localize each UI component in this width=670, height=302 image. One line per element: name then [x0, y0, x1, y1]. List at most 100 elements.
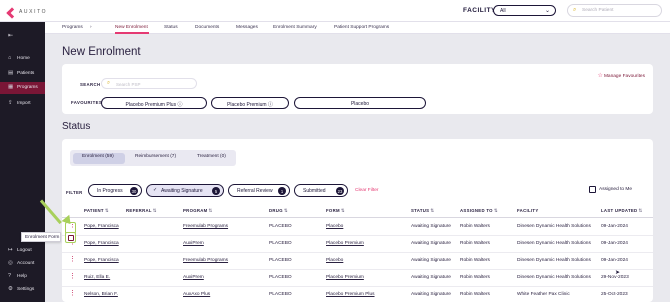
row-actions-icon[interactable]: ⋮ — [69, 256, 76, 263]
tab-patient-support-programs[interactable]: Patient Support Programs — [334, 25, 389, 30]
status-cell: Awaiting Signature — [411, 241, 451, 246]
account-icon: ◎ — [8, 260, 13, 266]
table-row[interactable]: ⋮ Pope, Francisca Freemulab Programs PLA… — [62, 219, 653, 236]
table-row[interactable]: ⋮ Pope, Francisca Freemulab Programs PLA… — [62, 253, 653, 270]
column-header-form[interactable]: FORM⇅ — [326, 208, 345, 214]
count-badge: 23 — [336, 187, 344, 195]
column-header-label: LAST UPDATED — [601, 208, 638, 213]
table-row[interactable]: ⋮ Pope, Francisca AuxiPrem PLACEBO Place… — [62, 236, 653, 253]
patient-link[interactable]: Nelson, Brian F. — [84, 292, 118, 297]
collapse-sidebar-icon[interactable]: ⇤ — [8, 32, 13, 39]
sort-icon: ⇅ — [152, 208, 157, 213]
count-badge: 30 — [130, 187, 138, 195]
assigned-to-me-checkbox[interactable]: Assigned to Me — [589, 186, 632, 193]
column-header-assigned-to[interactable]: ASSIGNED TO⇅ — [460, 208, 498, 214]
tab-messages[interactable]: Messages — [236, 25, 258, 30]
last-updated-cell: 09-Jan-2024 — [601, 224, 628, 229]
table-row[interactable]: ⋮ Nelson, Brian F. AuxAxo Plus PLACEBO P… — [62, 287, 653, 302]
program-link[interactable]: AuxiPrem — [183, 275, 204, 280]
column-header-program[interactable]: PROGRAM⇅ — [183, 208, 213, 214]
patient-link[interactable]: Pope, Francisca — [84, 224, 119, 229]
column-header-last-updated[interactable]: LAST UPDATED⇅ — [601, 208, 643, 214]
status-cell: Awaiting Signature — [411, 258, 451, 263]
segment-enrolment[interactable]: Enrolment (59) — [82, 154, 114, 159]
logout-icon: ↦ — [8, 247, 13, 253]
psp-search-input[interactable]: ⌕ Search PSP — [101, 78, 197, 89]
tab-new-enrolment[interactable]: New Enrolment — [115, 25, 148, 30]
favourite-placebo-premium[interactable]: Placebo Premium ⓘ — [211, 97, 289, 109]
column-header-referral[interactable]: REFERRAL⇅ — [126, 208, 157, 214]
sidebar-item-logout[interactable]: ↦ Logout — [0, 245, 45, 257]
tab-enrolment-summary[interactable]: Enrolment Summary — [273, 25, 317, 30]
favourites-label: FAVOURITES — [71, 100, 103, 105]
column-header-facility: FACILITY — [517, 208, 539, 213]
count-badge: 5 — [212, 187, 220, 195]
sidebar-item-settings[interactable]: ⚙ Settings — [0, 284, 45, 296]
form-link[interactable]: Placebo Premium — [326, 241, 364, 246]
form-link[interactable]: Placebo — [326, 258, 343, 263]
manage-favourites-link[interactable]: ☆Manage Favourites — [598, 72, 645, 79]
sidebar-item-help[interactable]: ? Help — [0, 271, 45, 283]
program-link[interactable]: AuxAxo Plus — [183, 292, 210, 297]
patient-link[interactable]: Ruiz, Ella E. — [84, 275, 110, 280]
assigned-to-cell: Robin Walters — [460, 258, 490, 263]
form-link[interactable]: Placebo Premium — [326, 275, 364, 280]
filter-referral-review[interactable]: Referral Review 1 — [228, 184, 290, 197]
facility-cell: White Feather Pax Clinic — [517, 292, 570, 297]
logo[interactable]: AUXITO — [6, 6, 47, 19]
enrolment-form-tooltip: Enrolment Form — [21, 232, 61, 242]
tab-programs[interactable]: Programs — [62, 25, 83, 30]
filter-in-progress[interactable]: In Progress 30 — [88, 184, 142, 197]
assigned-to-cell: Robin Walters — [460, 241, 490, 246]
column-header-status[interactable]: STATUS⇅ — [411, 208, 434, 214]
sidebar-item-patients[interactable]: ▤ Patients — [0, 68, 45, 80]
patient-search-input[interactable]: ⌕ Search Patient — [567, 4, 662, 17]
favourite-label: Placebo Premium — [227, 101, 267, 108]
clear-filter-link[interactable]: Clear Filter — [355, 188, 378, 193]
segment-reimbursement[interactable]: Reimbursement (7) — [135, 154, 176, 159]
filter-label: Awaiting Signature — [161, 188, 203, 194]
filter-label: In Progress — [97, 188, 123, 194]
search-label: SEARCH — [80, 82, 101, 87]
patient-search-placeholder: Search Patient — [582, 8, 614, 13]
drug-cell: PLACEBO — [269, 241, 292, 246]
column-header-patient[interactable]: PATIENT⇅ — [84, 208, 109, 214]
drug-cell: PLACEBO — [269, 292, 292, 297]
favourite-placebo-premium-plus[interactable]: Placebo Premium Plus ⓘ — [101, 97, 207, 109]
segment-treatment[interactable]: Treatment (0) — [197, 154, 226, 159]
drug-cell: PLACEBO — [269, 258, 292, 263]
assigned-to-cell: Robin Walters — [460, 275, 490, 280]
sidebar-item-import[interactable]: ⇪ Import — [0, 98, 45, 110]
document-icon — [67, 234, 74, 241]
sidebar-item-account[interactable]: ◎ Account — [0, 258, 45, 270]
program-link[interactable]: AuxiPrem — [183, 241, 204, 246]
column-header-drug[interactable]: DRUG⇅ — [269, 208, 288, 214]
tab-documents[interactable]: Documents — [195, 25, 219, 30]
program-link[interactable]: Freemulab Programs — [183, 224, 228, 229]
tab-status[interactable]: Status — [164, 25, 178, 30]
row-actions-icon[interactable]: ⋮ — [69, 290, 76, 297]
form-link[interactable]: Placebo — [326, 224, 343, 229]
filter-label: FILTER — [66, 190, 83, 195]
form-link[interactable]: Placebo Premium Plus — [326, 292, 375, 297]
manage-favourites-label: Manage Favourites — [603, 74, 645, 79]
sort-icon: ⇅ — [638, 208, 643, 213]
sort-icon: ⇅ — [340, 208, 345, 213]
favourite-label: Placebo — [350, 100, 370, 107]
sort-icon: ⇅ — [493, 208, 498, 213]
program-link[interactable]: Freemulab Programs — [183, 258, 228, 263]
patient-link[interactable]: Pope, Francisca — [84, 241, 119, 246]
patient-link[interactable]: Pope, Francisca — [84, 258, 119, 263]
sidebar-item-home[interactable]: ⌂ Home — [0, 53, 45, 65]
favourite-placebo[interactable]: Placebo — [294, 97, 426, 109]
filter-awaiting-signature[interactable]: ✓ Awaiting Signature 5 — [146, 184, 224, 197]
row-actions-icon[interactable]: ⋮ — [69, 273, 76, 280]
filter-submitted[interactable]: Submitted 23 — [294, 184, 348, 197]
facility-select[interactable]: All ⌄ — [493, 5, 556, 16]
status-segmented-control: Enrolment (59) Reimbursement (7) Treatme… — [70, 150, 236, 166]
programs-icon: ▦ — [8, 84, 14, 90]
sidebar-item-programs[interactable]: ▦ Programs — [0, 82, 45, 94]
table-row[interactable]: ⋮ Ruiz, Ella E. AuxiPrem PLACEBO Placebo… — [62, 270, 653, 287]
sort-icon: ⇅ — [430, 208, 435, 213]
check-icon: ✓ — [153, 187, 158, 193]
